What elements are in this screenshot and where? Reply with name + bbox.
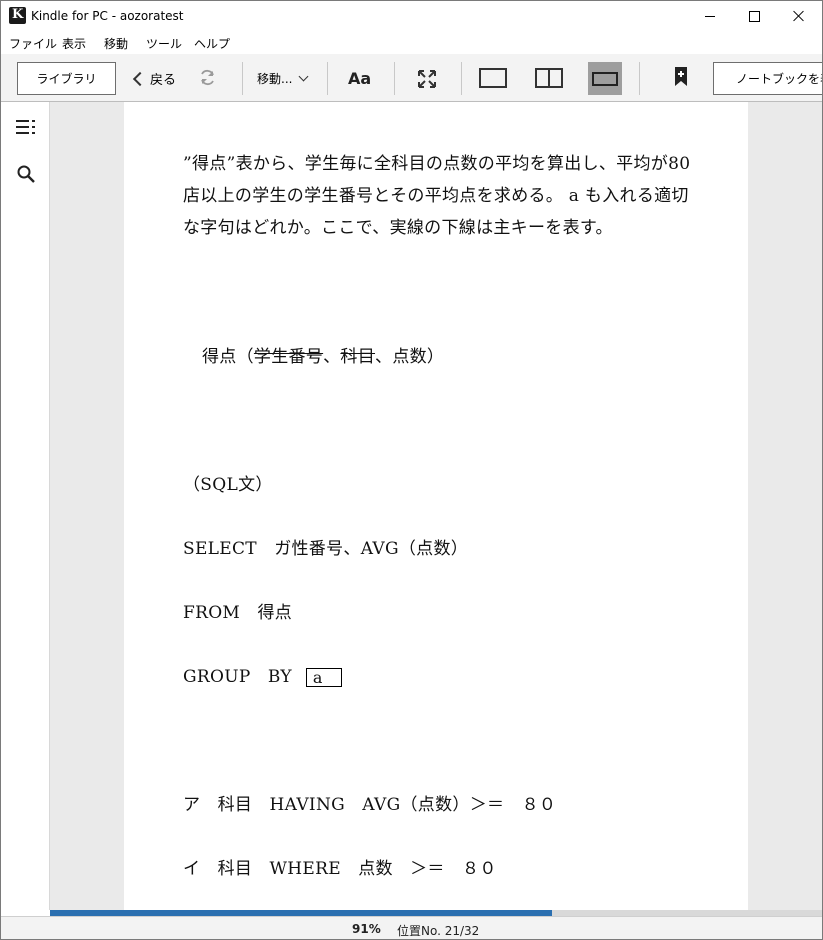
schema-separator: 、	[323, 347, 341, 367]
maximize-button[interactable]	[731, 1, 777, 31]
toolbar-divider	[461, 62, 462, 95]
kindle-window: Kindle for PC - aozoratest ファイル 表示 移動 ツー…	[0, 0, 823, 940]
single-column-icon[interactable]	[479, 68, 507, 88]
toolbar-divider	[394, 62, 395, 95]
two-column-icon[interactable]	[535, 68, 563, 88]
schema-line: 得点（学生番号、科目、点数）	[202, 342, 444, 367]
menu-help[interactable]: ヘルプ	[194, 35, 230, 52]
title-bar: Kindle for PC - aozoratest	[1, 1, 822, 31]
menu-tools[interactable]: ツール	[146, 35, 182, 52]
book-page: ”得点”表から、学生毎に全科目の点数の平均を算出し、平均が80店以上の学生の学生…	[124, 102, 748, 910]
option-a: ア 科目 HAVING AVG（点数）＞＝ ８０	[183, 795, 557, 815]
toolbar-divider	[327, 62, 328, 95]
fit-width-button[interactable]	[588, 62, 622, 95]
chevron-left-icon	[132, 71, 148, 86]
menu-go[interactable]: 移動	[104, 35, 128, 52]
menu-view[interactable]: 表示	[62, 35, 86, 52]
schema-primary-key-2: 科目	[340, 347, 376, 367]
sql-from-line: FROM 得点	[183, 603, 293, 623]
fullscreen-icon[interactable]	[417, 69, 437, 89]
toolbar-divider	[639, 62, 640, 95]
sql-heading: （SQL文）	[183, 475, 273, 495]
close-button[interactable]	[776, 1, 822, 31]
sync-icon[interactable]	[199, 69, 216, 86]
back-button[interactable]: 戻る	[131, 62, 176, 95]
chevron-down-icon	[299, 71, 309, 82]
close-icon	[793, 10, 805, 22]
option-i: イ 科目 WHERE 点数 ＞＝ ８０	[183, 859, 497, 879]
menu-bar: ファイル 表示 移動 ツール ヘルプ	[1, 33, 822, 53]
fit-width-icon	[592, 72, 618, 86]
library-button[interactable]: ライブラリ	[17, 62, 116, 95]
schema-rest: 、点数）	[375, 347, 445, 367]
toolbar: ライブラリ 戻る 移動... Aa ノートブックを	[1, 54, 822, 102]
notebook-button[interactable]: ノートブックを表示	[713, 62, 822, 95]
status-bar: 91% 位置No. 21/32	[1, 916, 822, 939]
window-title: Kindle for PC - aozoratest	[31, 9, 184, 23]
kindle-app-icon	[9, 7, 26, 24]
answer-blank-box: a	[305, 668, 342, 687]
bookmark-add-icon[interactable]	[675, 67, 687, 86]
search-icon[interactable]	[17, 165, 35, 183]
toolbar-divider	[242, 62, 243, 95]
minimize-icon	[705, 15, 715, 17]
sql-group-by: GROUP BY	[183, 667, 292, 687]
maximize-icon	[748, 10, 760, 22]
side-rail	[1, 102, 50, 910]
progress-percent: 91%	[352, 922, 381, 936]
sql-select-line: SELECT ガ性番号、AVG（点数）	[183, 539, 469, 559]
schema-primary-key-1: 学生番号	[253, 347, 324, 367]
menu-file[interactable]: ファイル	[9, 35, 57, 52]
goto-label: 移動...	[257, 72, 293, 86]
location-indicator: 位置No. 21/32	[397, 924, 480, 938]
goto-button[interactable]: 移動...	[257, 62, 309, 95]
font-settings-button[interactable]: Aa	[348, 69, 371, 88]
sql-group-line: GROUP BY a	[183, 662, 342, 687]
question-text: ”得点”表から、学生毎に全科目の点数の平均を算出し、平均が80店以上の学生の学生…	[183, 154, 691, 238]
table-of-contents-icon[interactable]	[16, 119, 36, 135]
back-label: 戻る	[150, 73, 177, 88]
schema-prefix: 得点（	[202, 347, 254, 367]
minimize-button[interactable]	[687, 1, 733, 31]
reading-area: ”得点”表から、学生毎に全科目の点数の平均を算出し、平均が80店以上の学生の学生…	[50, 102, 822, 910]
